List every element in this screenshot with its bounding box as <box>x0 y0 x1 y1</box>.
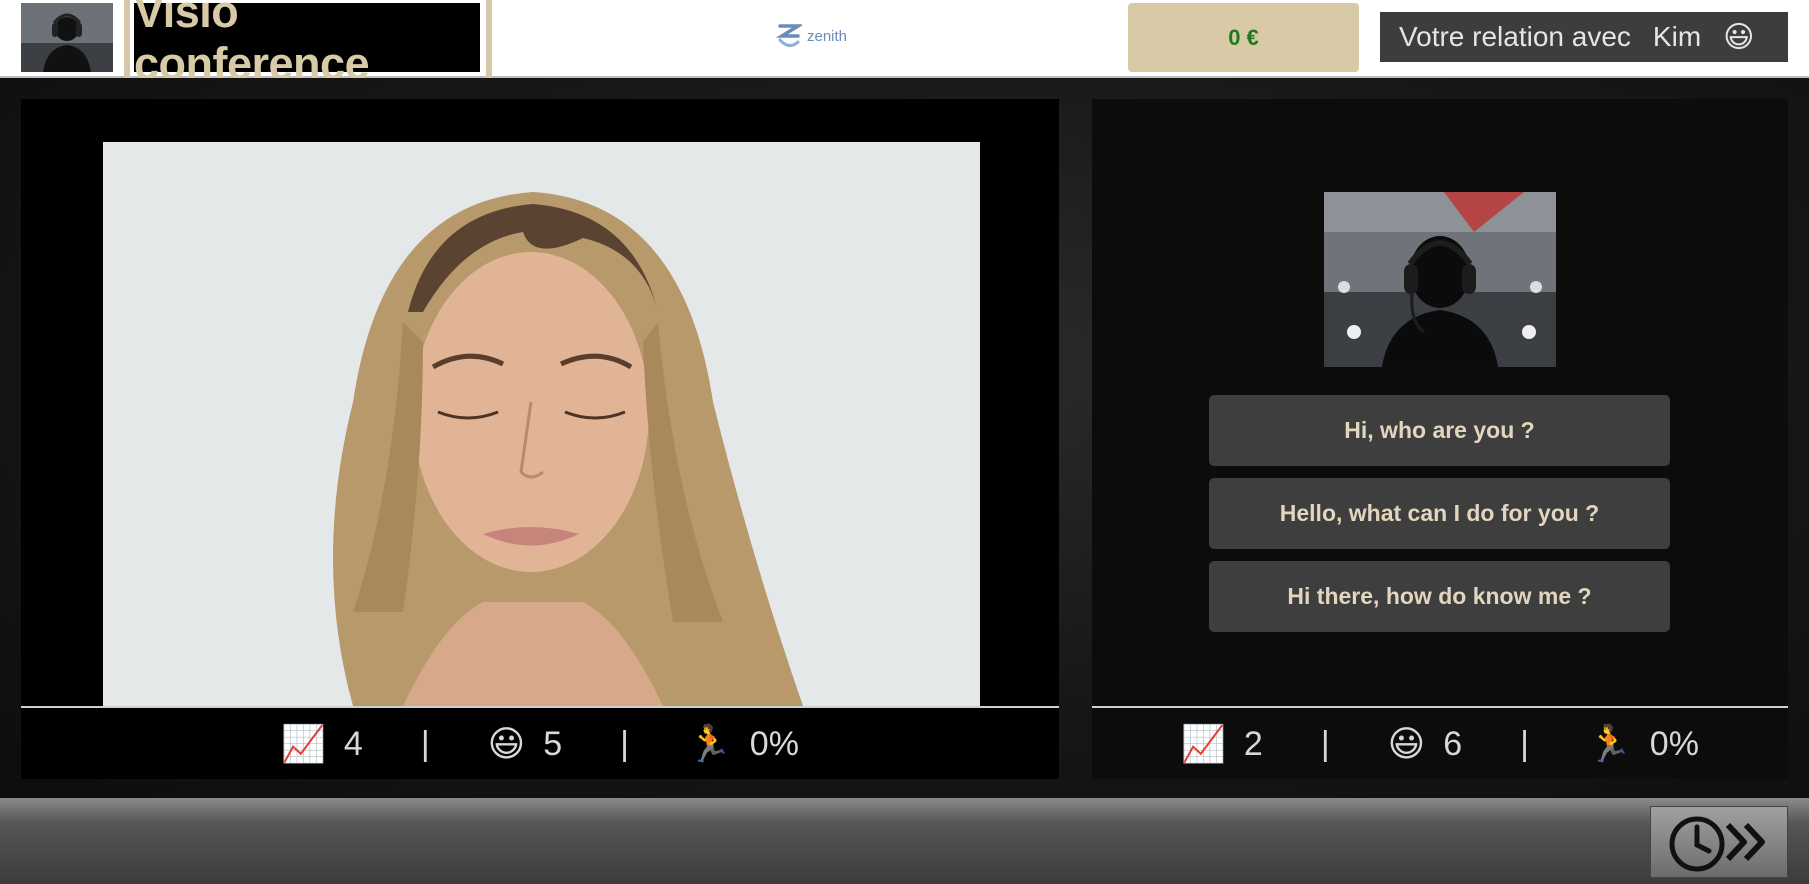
stat-run-value: 0% <box>1649 724 1699 763</box>
header-divider-left <box>124 0 130 78</box>
relation-indicator: Votre relation avec Kim 😃 <box>1380 12 1788 62</box>
zenith-logo: zenith <box>776 20 847 52</box>
stat-separator: | <box>420 724 430 763</box>
stat-mood-value: 5 <box>543 724 563 763</box>
player-avatar <box>21 3 113 72</box>
npc-stats-bar: 📈 2 | 😃 6 | 🏃 0% <box>1092 709 1788 779</box>
running-person-icon: 🏃 <box>686 723 732 764</box>
stat-trend-value: 2 <box>1243 724 1263 763</box>
stat-separator: | <box>1320 724 1330 763</box>
chart-increasing-icon: 📈 <box>1181 723 1226 764</box>
header-divider-right <box>486 0 492 78</box>
stat-trend: 📈 4 <box>281 723 363 765</box>
video-feed <box>103 142 980 706</box>
dialogue-panel-divider <box>1092 706 1788 708</box>
stat-run-value: 0% <box>749 724 799 763</box>
money-display: 0 € <box>1128 3 1359 72</box>
stat-trend-value: 4 <box>343 724 363 763</box>
stat-separator: | <box>1520 724 1529 763</box>
player-stats-bar: 📈 4 | 😃 5 | 🏃 0% <box>21 709 1059 779</box>
stat-mood-value: 6 <box>1443 724 1463 763</box>
relation-name: Kim <box>1652 21 1702 52</box>
relation-emoji-icon: 😃 <box>1723 20 1755 54</box>
smiley-icon: 😃 <box>1387 723 1426 764</box>
chart-increasing-icon: 📈 <box>281 723 326 764</box>
logo-text: zenith <box>807 27 848 45</box>
stat-mood: 😃 5 <box>488 723 562 765</box>
stat-mood: 😃 6 <box>1388 723 1462 765</box>
page-title: Visio conference <box>134 0 480 89</box>
skip-time-button[interactable] <box>1650 806 1788 878</box>
video-panel-divider <box>21 706 1059 708</box>
relation-label: Votre relation avec <box>1399 21 1631 52</box>
stat-run: 🏃 0% <box>687 723 799 765</box>
stat-trend: 📈 2 <box>1181 723 1263 765</box>
top-bar: Visio conference zenith 0 € Votre relati… <box>0 0 1809 89</box>
dialogue-choice-1[interactable]: Hi, who are you ? <box>1209 395 1670 466</box>
stat-run: 🏃 0% <box>1587 723 1699 765</box>
stat-separator: | <box>620 724 629 763</box>
bottom-bar <box>0 798 1809 884</box>
operator-avatar <box>1324 192 1556 367</box>
clock-fast-forward-icon <box>1669 816 1765 872</box>
zenith-logo-icon <box>776 24 802 47</box>
smiley-icon: 😃 <box>487 723 526 764</box>
dialogue-choice-3[interactable]: Hi there, how do know me ? <box>1209 561 1670 632</box>
dialogue-choice-2[interactable]: Hello, what can I do for you ? <box>1209 478 1670 549</box>
running-person-icon: 🏃 <box>1586 723 1632 764</box>
